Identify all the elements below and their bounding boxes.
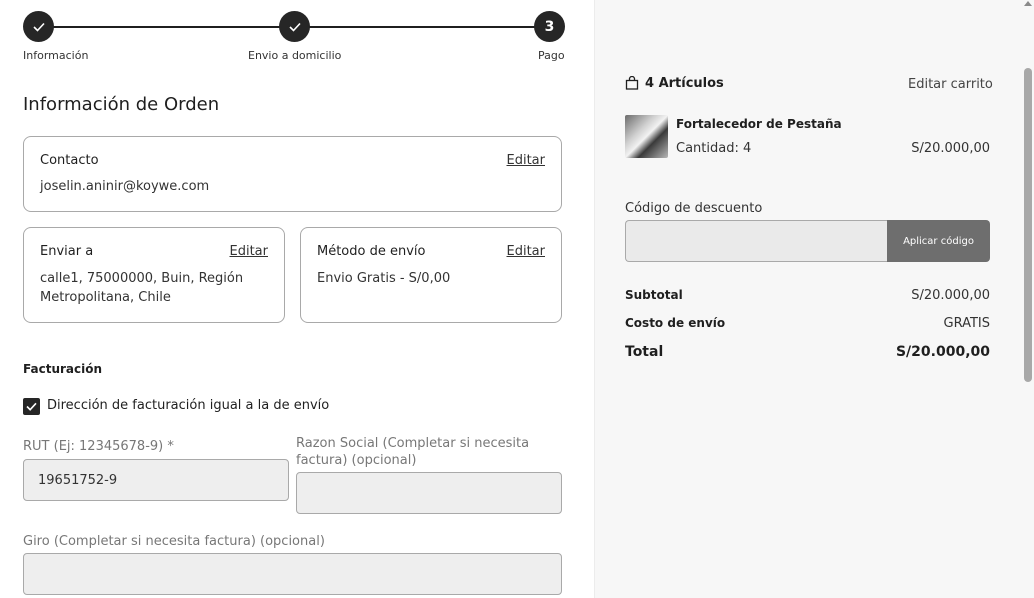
edit-contact-link[interactable]: Editar — [507, 153, 546, 168]
contact-title: Contacto — [40, 153, 99, 168]
step-3-label: Pago — [538, 49, 565, 62]
checkout-form-panel: 3 Información Envio a domicilio Pago Inf… — [0, 0, 594, 598]
ship-to-address-line2: Metropolitana, Chile — [40, 290, 171, 305]
step-3-number: 3 — [534, 11, 565, 42]
rut-input[interactable]: 19651752-9 — [23, 459, 289, 501]
edit-shipping-method-link[interactable]: Editar — [507, 244, 546, 259]
step-1-label[interactable]: Información — [23, 49, 88, 62]
scrollbar[interactable] — [1022, 0, 1034, 598]
shipping-method-value: Envio Gratis - S/0,00 — [317, 271, 451, 286]
shipping-method-title: Método de envío — [317, 244, 426, 259]
scroll-up-arrow-icon[interactable] — [1024, 1, 1032, 6]
step-2-check-icon[interactable] — [279, 11, 310, 42]
discount-code-input[interactable] — [625, 220, 887, 262]
ship-to-title: Enviar a — [40, 244, 94, 259]
contact-email: joselin.aninir@koywe.com — [40, 179, 210, 194]
shipping-cost-label: Costo de envío — [625, 316, 726, 330]
cart-count: 4 Artículos — [645, 76, 724, 91]
shipping-cost-value: GRATIS — [943, 316, 991, 331]
product-name: Fortalecedor de Pestaña — [676, 117, 842, 131]
edit-cart-link[interactable]: Editar carrito — [908, 77, 993, 92]
razon-social-label-line2: factura) (opcional) — [296, 453, 417, 468]
product-quantity: Cantidad: 4 — [676, 141, 752, 156]
shopping-bag-icon — [625, 76, 639, 90]
apply-code-button[interactable]: Aplicar código — [887, 220, 990, 262]
billing-title: Facturación — [23, 362, 103, 376]
total-label: Total — [625, 344, 664, 360]
ship-to-address-line1: calle1, 75000000, Buin, Región — [40, 271, 244, 286]
same-address-label[interactable]: Dirección de facturación igual a la de e… — [47, 398, 329, 413]
step-2-label[interactable]: Envio a domicilio — [248, 49, 341, 62]
subtotal-value: S/20.000,00 — [911, 288, 990, 303]
product-thumbnail — [625, 115, 668, 158]
checkmark-icon — [26, 402, 37, 411]
giro-label: Giro (Completar si necesita factura) (op… — [23, 534, 325, 549]
total-value: S/20.000,00 — [895, 344, 990, 360]
ship-to-card: Enviar a Editar calle1, 75000000, Buin, … — [23, 227, 285, 323]
contact-card: Contacto Editar joselin.aninir@koywe.com — [23, 136, 562, 212]
product-price: S/20.000,00 — [911, 141, 990, 156]
shipping-method-card: Método de envío Editar Envio Gratis - S/… — [300, 227, 562, 323]
razon-social-label-line1: Razon Social (Completar si necesita — [296, 436, 530, 451]
scrollbar-thumb[interactable] — [1024, 68, 1032, 382]
same-address-checkbox[interactable] — [23, 398, 40, 415]
giro-input[interactable] — [23, 553, 562, 595]
subtotal-label: Subtotal — [625, 288, 683, 302]
rut-label: RUT (Ej: 12345678-9) * — [23, 439, 174, 454]
page-title: Información de Orden — [23, 94, 220, 115]
razon-social-input[interactable] — [296, 472, 562, 514]
edit-ship-to-link[interactable]: Editar — [230, 244, 269, 259]
discount-label: Código de descuento — [625, 201, 763, 216]
step-1-check-icon[interactable] — [23, 11, 54, 42]
